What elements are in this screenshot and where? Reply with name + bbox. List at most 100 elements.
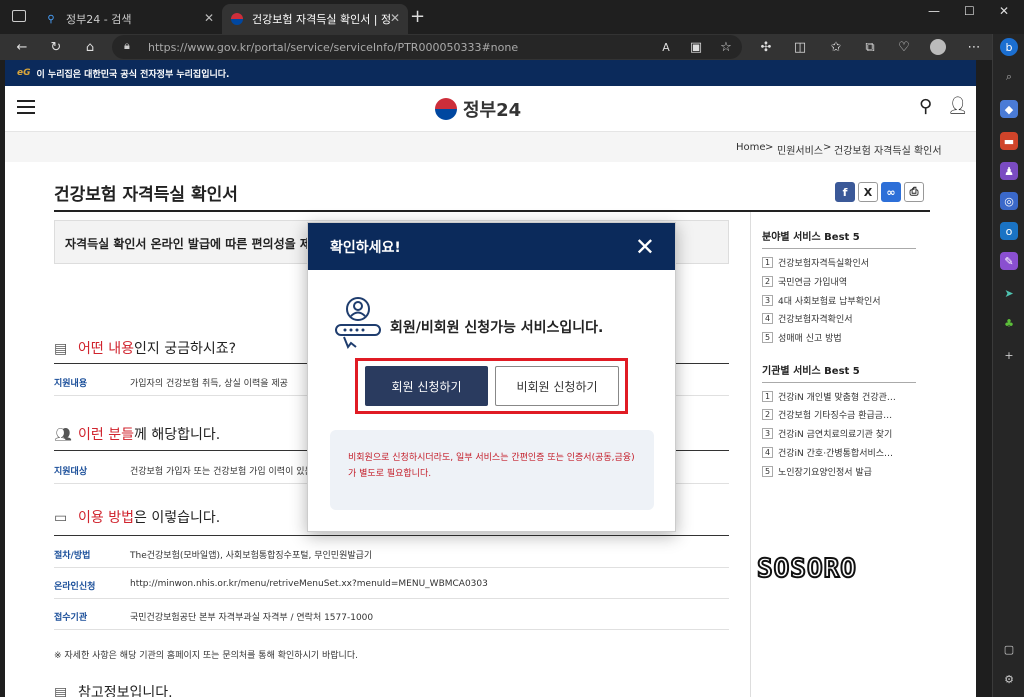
best2-item[interactable]: 5 노인장기요양인정서 발급: [762, 465, 922, 478]
print-icon[interactable]: ⎙: [904, 182, 924, 202]
section-highlight: 어떤 내용: [78, 341, 134, 357]
page-title: 건강보험 자격득실 확인서: [54, 185, 238, 205]
maximize-icon[interactable]: ☐: [964, 4, 975, 18]
best2-item[interactable]: 2 건강보험 기타징수금 환급금…: [762, 408, 922, 421]
hamburger-menu-icon[interactable]: [17, 100, 35, 114]
address-bar[interactable]: 🔒︎ https://www.gov.kr/portal/service/ser…: [112, 35, 742, 59]
shopping-icon[interactable]: ◆: [1000, 100, 1018, 118]
row-key: 지원대상: [54, 467, 88, 477]
monitor-icon: ▭: [54, 510, 68, 526]
modal-message: 회원/비회원 신청가능 서비스입니다.: [390, 320, 604, 336]
gov-banner: eG 이 누리집은 대한민국 공식 전자정부 누리집입니다.: [5, 60, 976, 86]
sidebar-divider: [750, 212, 751, 697]
row-value: The건강보험(모바일앱), 사회보험통합징수포털, 무인민원발급기: [130, 551, 373, 561]
send-icon[interactable]: ➤: [1000, 284, 1018, 302]
best2-item[interactable]: 1 건강iN 개인별 맞춤형 건강관…: [762, 390, 922, 403]
row-key: 접수기관: [54, 613, 88, 623]
gov-favicon-icon: [230, 12, 244, 26]
best1-item[interactable]: 5 성매매 신고 방법: [762, 331, 922, 344]
best1-item[interactable]: 2 국민연금 가입내역: [762, 275, 922, 288]
url-text: https://www.gov.kr/portal/service/servic…: [148, 40, 519, 54]
nonmember-apply-button[interactable]: 비회원 신청하기: [495, 366, 619, 406]
browser-toolbar: ← ↻ ⌂ 🔒︎ https://www.gov.kr/portal/servi…: [0, 34, 1024, 60]
minimize-icon[interactable]: —: [928, 4, 940, 18]
best1-item[interactable]: 3 4대 사회보험료 납부확인서: [762, 294, 922, 307]
facebook-icon[interactable]: f: [835, 182, 855, 202]
best2-item[interactable]: 4 건강iN 간호·간병통합서비스…: [762, 446, 922, 459]
search-icon: ⚲: [47, 13, 55, 25]
user-card-icon: [335, 297, 381, 350]
best1-item[interactable]: 1 건강보험자격득실확인서: [762, 256, 922, 269]
modal-title: 확인하세요!: [330, 239, 401, 256]
section-content-heading: ▤ 어떤 내용인지 궁금하시죠?: [54, 338, 236, 358]
member-apply-button[interactable]: 회원 신청하기: [365, 366, 488, 406]
read-aloud-icon[interactable]: A: [656, 37, 676, 57]
refresh-icon[interactable]: ↻: [46, 37, 66, 57]
eg-logo-icon: eG: [17, 68, 31, 78]
tree-icon[interactable]: ♣: [1000, 314, 1018, 332]
best1-item[interactable]: 4 건강보험자격확인서: [762, 312, 922, 325]
site-header: 정부24 ⚲ 👤︎: [5, 86, 976, 132]
search-icon[interactable]: ⌕: [1000, 68, 1018, 86]
favorites-icon[interactable]: ✩: [826, 37, 846, 57]
best1-divider: [762, 248, 916, 249]
tools-icon[interactable]: ▬: [1000, 132, 1018, 150]
x-twitter-icon[interactable]: X: [858, 182, 878, 202]
breadcrumb-level2[interactable]: 건강보험 자격득실 확인서: [834, 142, 942, 157]
row-value-link[interactable]: http://minwon.nhis.or.kr/menu/retriveMen…: [130, 579, 488, 589]
search-icon[interactable]: ⚲: [919, 96, 932, 117]
title-divider: [54, 210, 930, 212]
sidebar-toggle-icon[interactable]: ▢: [1000, 640, 1018, 658]
tab-actions-icon[interactable]: [12, 10, 26, 22]
reader-icon[interactable]: ▣: [686, 37, 706, 57]
favorite-star-icon[interactable]: ☆: [716, 37, 736, 57]
breadcrumb-home[interactable]: Home: [736, 142, 766, 153]
table-row: 절차/방법 The건강보험(모바일앱), 사회보험통합징수포털, 무인민원발급기: [54, 538, 729, 568]
collections-icon[interactable]: ⧉: [860, 37, 880, 57]
document-icon: ▤: [54, 341, 68, 357]
section-target-heading: 👥︎ 이런 분들께 해당합니다.: [54, 424, 220, 444]
row-value: 건강보험 가입자 또는 건강보험 가입 이력이 있는: [130, 467, 313, 477]
breadcrumb-level1[interactable]: 민원서비스: [777, 142, 823, 157]
designer-icon[interactable]: ✎: [1000, 252, 1018, 270]
split-screen-icon[interactable]: ◫: [790, 37, 810, 57]
breadcrumb-sep: >: [823, 142, 832, 153]
close-icon[interactable]: ✕: [635, 233, 655, 261]
more-menu-icon[interactable]: ⋯: [964, 37, 984, 57]
section-rest: 인지 궁금하시죠?: [133, 341, 237, 357]
copilot-icon[interactable]: b: [1000, 38, 1018, 56]
tab-search[interactable]: ⚲ 정부24 - 검색 ✕: [36, 4, 222, 34]
close-tab-icon[interactable]: ✕: [204, 11, 214, 25]
section-rest: 은 이렇습니다.: [133, 510, 221, 526]
edge-sidebar: b ⌕ ◆ ▬ ♟ ◎ o ✎ ➤ ♣ + ▢ ⚙: [992, 34, 1024, 697]
close-window-icon[interactable]: ✕: [999, 4, 1009, 18]
row-key: 절차/방법: [54, 551, 91, 561]
best2-item[interactable]: 3 건강iN 금연치료의료기관 찾기: [762, 427, 922, 440]
games-icon[interactable]: ♟: [1000, 162, 1018, 180]
settings-gear-icon[interactable]: ⚙: [1000, 670, 1018, 688]
profile-avatar-icon[interactable]: [928, 37, 948, 57]
outlook-icon[interactable]: o: [1000, 222, 1018, 240]
info-note: ※ 자세한 사항은 해당 기관의 홈페이지 또는 문의처를 통해 확인하시기 바…: [54, 651, 358, 661]
people-icon: 👥︎: [54, 427, 72, 443]
row-key: 온라인신청: [54, 582, 96, 592]
back-icon[interactable]: ←: [12, 37, 32, 57]
reference-icon: ▤: [54, 685, 68, 697]
health-icon[interactable]: ♡: [894, 37, 914, 57]
modal-header: 확인하세요! ✕: [308, 223, 675, 270]
close-tab-icon[interactable]: ✕: [390, 11, 400, 25]
home-icon[interactable]: ⌂: [80, 37, 100, 57]
m365-icon[interactable]: ◎: [1000, 192, 1018, 210]
user-icon[interactable]: 👤︎: [947, 96, 969, 116]
site-logo[interactable]: 정부24: [435, 96, 521, 122]
new-tab-button[interactable]: +: [410, 6, 425, 27]
tab-current[interactable]: 건강보험 자격득실 확인서 | 정부 ✕: [222, 4, 408, 34]
add-icon[interactable]: +: [1000, 346, 1018, 364]
browser-tab-bar: ⚲ 정부24 - 검색 ✕ 건강보험 자격득실 확인서 | 정부 ✕ + — ☐…: [0, 0, 1024, 34]
section-highlight: 이용 방법: [78, 510, 134, 526]
table-row: 온라인신청 http://minwon.nhis.or.kr/menu/retr…: [54, 569, 729, 599]
logo-text: 정부24: [463, 100, 522, 121]
link-icon[interactable]: ∞: [881, 182, 901, 202]
row-value: 가입자의 건강보험 취득, 상실 이력을 제공: [130, 379, 288, 389]
extensions-icon[interactable]: ✣: [756, 37, 776, 57]
